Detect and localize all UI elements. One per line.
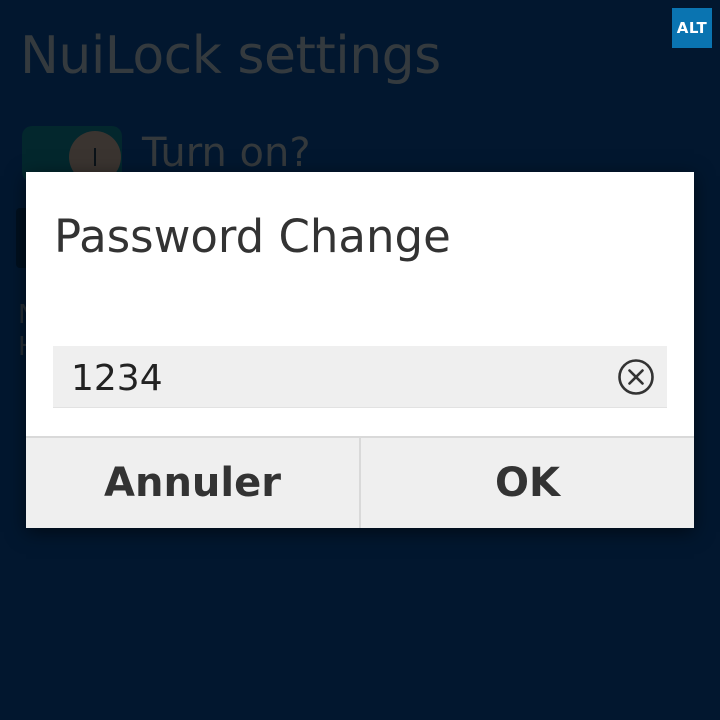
cancel-button[interactable]: Annuler	[26, 438, 361, 528]
dialog-button-bar: Annuler OK	[26, 436, 694, 528]
alt-badge[interactable]: ALT	[672, 8, 712, 48]
dialog-title: Password Change	[54, 210, 451, 263]
turn-on-label: Turn on?	[142, 130, 311, 176]
clear-icon[interactable]	[617, 358, 655, 396]
toggle-power-icon	[94, 148, 96, 166]
ok-button[interactable]: OK	[361, 438, 694, 528]
page-title: NuiLock settings	[20, 26, 441, 86]
password-value[interactable]: 1234	[71, 358, 163, 399]
password-input[interactable]: 1234	[53, 346, 667, 408]
password-change-dialog: Password Change 1234 Annuler OK	[26, 172, 694, 528]
